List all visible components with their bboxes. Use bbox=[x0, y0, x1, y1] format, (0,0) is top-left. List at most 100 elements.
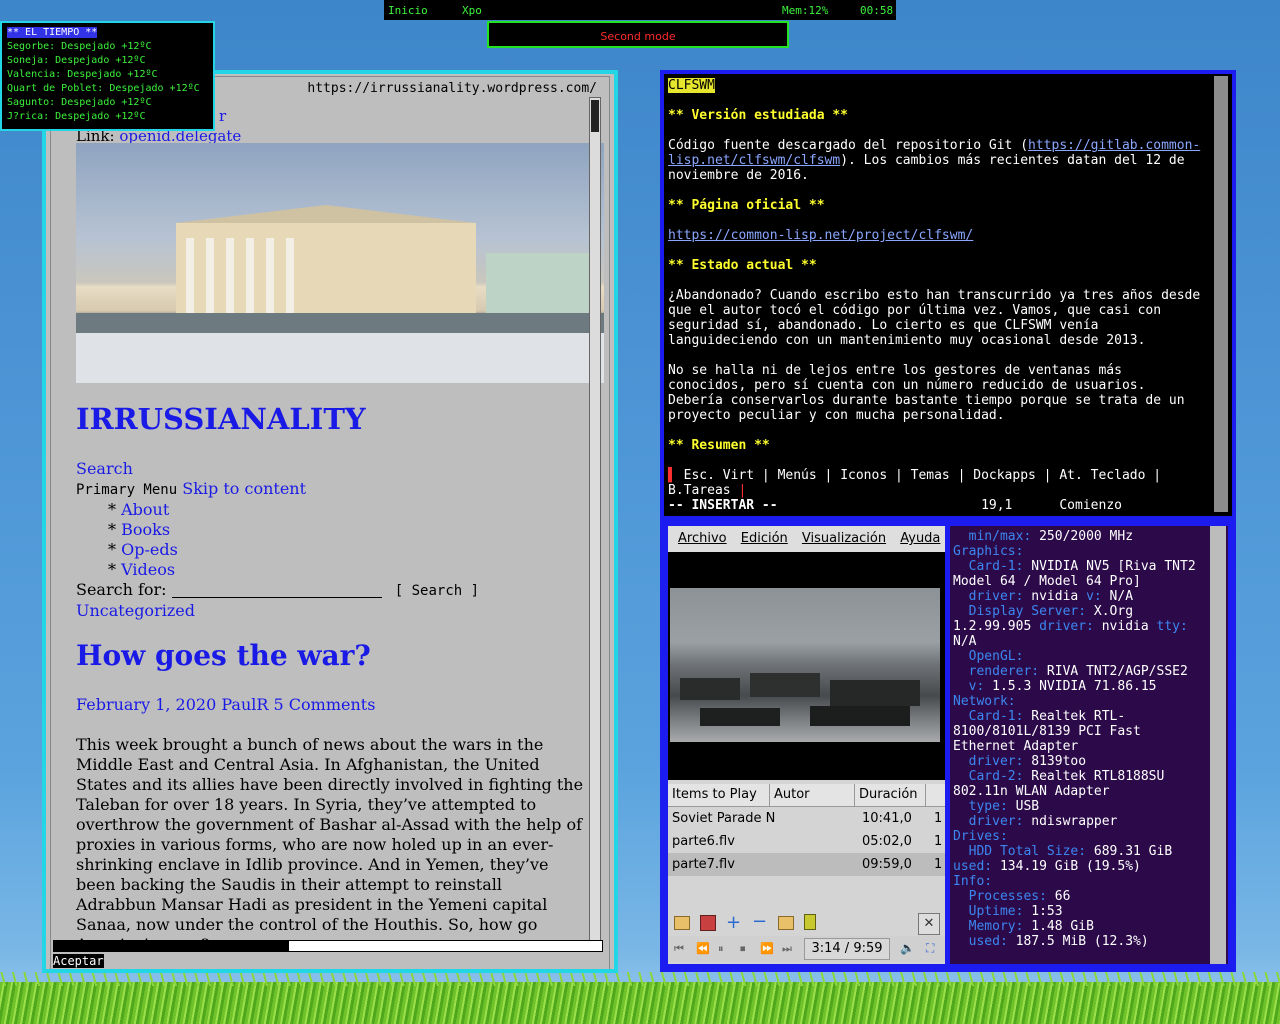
add-icon[interactable]: + bbox=[726, 912, 741, 933]
sysinfo-key: HDD Total Size: bbox=[953, 844, 1087, 859]
menu-opeds[interactable]: Op-eds bbox=[121, 540, 178, 559]
category-link[interactable]: Uncategorized bbox=[76, 601, 586, 621]
sysinfo-key: driver: bbox=[953, 814, 1024, 829]
weather-line: Quart de Poblet: Despejado +12ºC bbox=[7, 83, 200, 94]
sysinfo-value: USB bbox=[1007, 799, 1040, 814]
next-icon[interactable]: ⏭ bbox=[782, 942, 792, 956]
sysinfo-key: Processes: bbox=[953, 889, 1047, 904]
paragraph: No se halla ni de lejos entre los gestor… bbox=[668, 363, 1193, 423]
search-for-label: Search for: bbox=[76, 580, 167, 599]
col-autor[interactable]: Autor bbox=[770, 784, 855, 806]
top-panel: Inicio Xpo Mem:12% 00:58 bbox=[384, 0, 896, 20]
menu-books[interactable]: Books bbox=[121, 520, 170, 539]
sysinfo-key: used: bbox=[953, 934, 1008, 949]
clear-icon[interactable] bbox=[804, 914, 816, 930]
project-link[interactable]: https://common-lisp.net/project/clfswm/ bbox=[668, 228, 973, 243]
sysinfo-key: Drives: bbox=[953, 829, 1008, 844]
open-folder-icon[interactable] bbox=[674, 916, 690, 930]
playlist-row-selected[interactable]: parte7.flv 09:59,0 1 bbox=[668, 853, 945, 876]
search-input[interactable] bbox=[171, 583, 382, 598]
player-controls: ⏮ ⏪ ⏸ ⏹ ⏩ ⏭ 3:14 / 9:59 🔈 ⛶ bbox=[668, 936, 945, 962]
sysinfo-value: nvidia bbox=[1093, 619, 1157, 634]
sysinfo-key: driver: bbox=[953, 754, 1024, 769]
menu-about[interactable]: About bbox=[121, 500, 169, 519]
playlist-row[interactable]: parte6.flv 05:02,0 1 bbox=[668, 830, 945, 853]
menu-archivo[interactable]: Archivo bbox=[678, 531, 727, 546]
close-icon[interactable]: ✕ bbox=[918, 913, 940, 935]
skip-link[interactable]: Skip to content bbox=[182, 479, 306, 498]
sysinfo-value: 1.48 GiB bbox=[1023, 919, 1094, 934]
post-title[interactable]: How goes the war? bbox=[76, 639, 371, 672]
menu-visualizacion[interactable]: Visualización bbox=[802, 531, 886, 546]
menu-ayuda[interactable]: Ayuda bbox=[900, 531, 940, 546]
post-body: This week brought a bunch of news about … bbox=[76, 735, 584, 954]
sysinfo-key: Uptime: bbox=[953, 904, 1024, 919]
fullscreen-icon[interactable]: ⛶ bbox=[926, 941, 934, 956]
sysinfo-key: Info: bbox=[953, 874, 993, 889]
stop-icon[interactable]: ⏹ bbox=[740, 942, 746, 956]
terminal-scrollbar[interactable] bbox=[1210, 526, 1226, 964]
sysinfo-value: 689.31 GiB bbox=[1086, 844, 1180, 859]
video-area[interactable] bbox=[668, 552, 945, 780]
browser-page[interactable]: https://irrussianality.wordpress.com/ r … bbox=[50, 76, 610, 969]
url-bar[interactable]: https://irrussianality.wordpress.com/ bbox=[307, 81, 597, 96]
rewind-icon[interactable]: ⏪ bbox=[696, 942, 710, 955]
sysinfo-value: N/A bbox=[1101, 589, 1134, 604]
weather-line: J?rica: Despejado +12ºC bbox=[7, 111, 146, 122]
status-line: Aceptar bbox=[53, 954, 603, 969]
folder-icon[interactable] bbox=[778, 916, 794, 930]
scroll-position: Comienzo bbox=[1059, 498, 1122, 513]
editor-window[interactable]: CLFSWM ** Versión estudiada ** Código fu… bbox=[660, 70, 1236, 520]
weather-panel: ** EL TIEMPO ** Segorbe: Despejado +12ºC… bbox=[0, 21, 215, 131]
volume-icon[interactable]: 🔈 bbox=[900, 941, 915, 955]
editor-tag: CLFSWM bbox=[668, 78, 715, 93]
pause-icon[interactable]: ⏸ bbox=[718, 942, 724, 956]
sysinfo-key: Display Server: bbox=[953, 604, 1087, 619]
menu-videos[interactable]: Videos bbox=[121, 560, 175, 579]
site-title[interactable]: IRRUSSIANALITY bbox=[76, 402, 366, 436]
paragraph: Código fuente descargado del repositorio… bbox=[668, 138, 1029, 153]
sysinfo-value: nvidia bbox=[1023, 589, 1087, 604]
forward-icon[interactable]: ⏩ bbox=[760, 942, 774, 955]
sysinfo-key: type: bbox=[953, 799, 1008, 814]
remove-icon[interactable]: − bbox=[752, 911, 767, 932]
hidden-link-tail[interactable]: r bbox=[219, 107, 226, 125]
header-photo bbox=[76, 143, 604, 383]
heading-version: ** Versión estudiada ** bbox=[668, 108, 849, 123]
sysinfo-key: Card-1: bbox=[953, 709, 1024, 724]
xpo-button[interactable]: Xpo bbox=[462, 4, 482, 17]
video-frame bbox=[670, 588, 940, 742]
playlist-toolbar: + − ✕ bbox=[668, 910, 945, 936]
weather-title: ** EL TIEMPO ** bbox=[7, 27, 98, 38]
media-player-window: Archivo Edición Visualización Ayuda Item… bbox=[668, 526, 945, 964]
sysinfo-terminal[interactable]: min/max: 250/2000 MHz Graphics: Card-1: … bbox=[950, 526, 1228, 964]
menu-edicion[interactable]: Edición bbox=[741, 531, 788, 546]
editor-scrollbar[interactable] bbox=[1214, 76, 1228, 512]
post-meta[interactable]: February 1, 2020 PaulR 5 Comments bbox=[76, 695, 375, 714]
col-items[interactable]: Items to Play bbox=[668, 784, 770, 806]
browser-scrollbar[interactable] bbox=[589, 97, 601, 947]
playlist-row[interactable]: Soviet Parade N 10:41,0 1 bbox=[668, 807, 945, 830]
previous-icon[interactable]: ⏮ bbox=[674, 942, 684, 956]
weather-line: Sagunto: Despejado +12ºC bbox=[7, 97, 152, 108]
sysinfo-value: 1:53 bbox=[1023, 904, 1063, 919]
playlist: Items to Play Autor Duración Soviet Para… bbox=[668, 784, 945, 876]
aceptar-button[interactable]: Aceptar bbox=[53, 954, 104, 968]
vim-mode: -- INSERTAR -- bbox=[668, 498, 778, 513]
search-link[interactable]: Search bbox=[76, 459, 586, 479]
col-duracion[interactable]: Duración bbox=[855, 784, 926, 806]
save-icon[interactable] bbox=[700, 915, 716, 931]
sysinfo-key: Card-2: bbox=[953, 769, 1024, 784]
paragraph: ¿Abandonado? Cuando escribo esto han tra… bbox=[668, 288, 1209, 348]
inicio-button[interactable]: Inicio bbox=[388, 4, 428, 17]
search-button[interactable]: [ Search ] bbox=[395, 583, 479, 599]
editor-text[interactable]: CLFSWM ** Versión estudiada ** Código fu… bbox=[668, 78, 1208, 513]
sysinfo-key: Card-1: bbox=[953, 559, 1024, 574]
sysinfo-key: renderer: bbox=[953, 664, 1040, 679]
cursor-position: 19,1 bbox=[981, 498, 1013, 513]
clock: 00:58 bbox=[860, 4, 894, 17]
heading-summary: ** Resumen ** bbox=[668, 438, 770, 453]
weather-line: Segorbe: Despejado +12ºC bbox=[7, 41, 152, 52]
time-display[interactable]: 3:14 / 9:59 bbox=[804, 938, 890, 960]
sysinfo-key: used: bbox=[953, 859, 993, 874]
